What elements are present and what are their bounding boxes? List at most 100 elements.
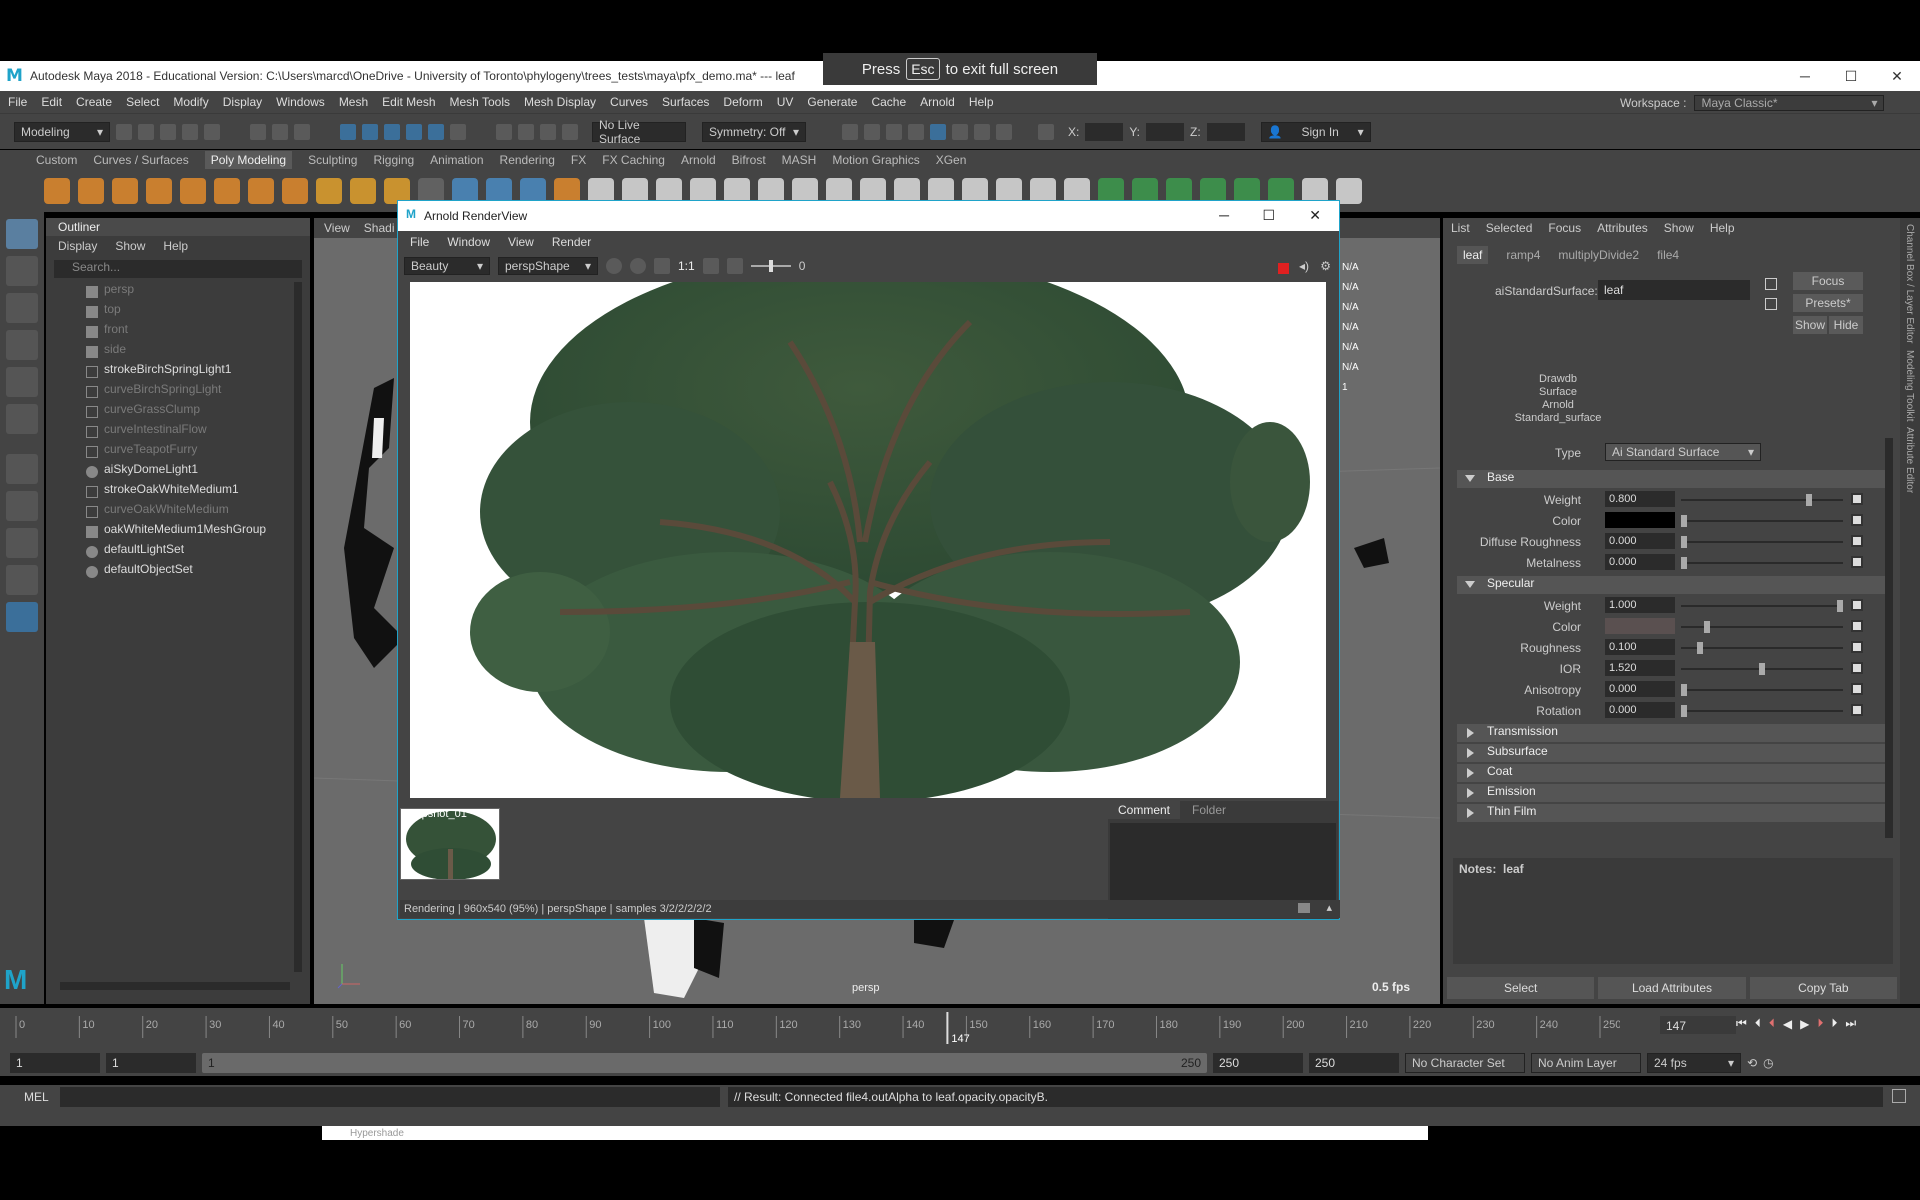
step-forward-icon[interactable]: ⏵: [1831, 1016, 1837, 1031]
menu-create[interactable]: Create: [76, 95, 112, 109]
specular-roughness-field[interactable]: 0.100: [1605, 639, 1675, 655]
map-button-icon[interactable]: [1851, 535, 1863, 547]
character-set-dropdown[interactable]: No Character Set: [1405, 1053, 1525, 1073]
specular-rotation-slider[interactable]: [1681, 705, 1843, 717]
outliner-menu-help[interactable]: Help: [163, 239, 188, 253]
select-tool-icon[interactable]: [6, 219, 38, 249]
move-tool-icon[interactable]: [6, 330, 38, 360]
exposure-slider[interactable]: [750, 260, 791, 272]
menu-edit[interactable]: Edit: [41, 95, 62, 109]
specular-anisotropy-slider[interactable]: [1681, 684, 1843, 696]
paint-select-icon[interactable]: [6, 293, 38, 323]
presets-button[interactable]: Presets*: [1793, 294, 1863, 312]
menu-surfaces[interactable]: Surfaces: [662, 95, 709, 109]
panel-layout-icon[interactable]: [1038, 123, 1054, 140]
map-button-icon[interactable]: [1851, 514, 1863, 526]
lasso-tool-icon[interactable]: [6, 256, 38, 286]
shelf-tool-1-icon[interactable]: [44, 178, 70, 204]
outliner-item-persp[interactable]: persp: [46, 282, 310, 302]
close-icon[interactable]: ✕: [1309, 207, 1321, 224]
base-diffuse-roughness-field[interactable]: 0.000: [1605, 533, 1675, 549]
snap-view-icon[interactable]: [406, 123, 422, 140]
maximize-icon[interactable]: ☐: [1828, 61, 1874, 91]
outliner-hscrollbar[interactable]: [60, 982, 290, 990]
map-button-icon[interactable]: [1851, 683, 1863, 695]
render-sequence-icon[interactable]: [864, 123, 880, 140]
shelf-tool-8-icon[interactable]: [282, 178, 308, 204]
map-button-icon[interactable]: [1851, 556, 1863, 568]
go-end-icon[interactable]: ⏭: [1845, 1016, 1856, 1031]
outliner-item-curveintestinalflow[interactable]: curveIntestinalFlow: [46, 422, 310, 442]
tab-xgen[interactable]: XGen: [936, 153, 967, 167]
exposure-slider-knob[interactable]: [768, 260, 773, 272]
outliner-item-strokebirchspringlight1[interactable]: strokeBirchSpringLight1: [46, 362, 310, 382]
menu-modify[interactable]: Modify: [173, 95, 208, 109]
specular-weight-field[interactable]: 1.000: [1605, 597, 1675, 613]
sign-in-button[interactable]: 👤 Sign In ▾: [1260, 121, 1371, 142]
outliner-item-curveteapotfurry[interactable]: curveTeapotFurry: [46, 442, 310, 462]
base-section-header[interactable]: Base: [1457, 470, 1891, 488]
playback-start-field[interactable]: 1: [106, 1053, 196, 1073]
redo-icon[interactable]: [204, 123, 220, 140]
lock-icon[interactable]: [450, 123, 466, 140]
shelf-tool-7-icon[interactable]: [248, 178, 274, 204]
menu-display[interactable]: Display: [223, 95, 262, 109]
shelf-tool-2-icon[interactable]: [78, 178, 104, 204]
z-field[interactable]: [1206, 122, 1245, 141]
render-settings-icon[interactable]: [908, 123, 924, 140]
rotate-tool-icon[interactable]: [6, 367, 38, 397]
outliner-item-defaultobjectset[interactable]: defaultObjectSet: [46, 562, 310, 582]
tab-folder[interactable]: Folder: [1182, 801, 1236, 819]
frame-icon[interactable]: [702, 258, 719, 274]
renderview-menu-render[interactable]: Render: [552, 235, 591, 249]
snap-curve-icon[interactable]: [362, 123, 378, 140]
current-frame-field[interactable]: 147: [1660, 1016, 1736, 1034]
outliner-menu-display[interactable]: Display: [58, 239, 97, 253]
copy-tab-button[interactable]: Copy Tab: [1749, 977, 1897, 999]
outliner-item-oakwhitemedium1meshgroup[interactable]: oakWhiteMedium1MeshGroup: [46, 522, 310, 542]
tab-curves-surfaces[interactable]: Curves / Surfaces: [93, 153, 188, 167]
tab-arnold[interactable]: Arnold: [681, 153, 716, 167]
command-input[interactable]: [60, 1087, 720, 1107]
viewport-menu-shadi[interactable]: Shadi: [364, 221, 395, 235]
menu-mesh[interactable]: Mesh: [339, 95, 368, 109]
specular-ior-slider[interactable]: [1681, 663, 1843, 675]
tab-mash[interactable]: MASH: [782, 153, 817, 167]
specular-rotation-field[interactable]: 0.000: [1605, 702, 1675, 718]
slider-knob[interactable]: [1704, 621, 1711, 633]
range-slider[interactable]: 1 250: [202, 1053, 1207, 1073]
snap-grid-icon[interactable]: [340, 123, 356, 140]
tab-comment[interactable]: Comment: [1108, 801, 1181, 819]
render-view-icon[interactable]: [952, 123, 968, 140]
outliner-item-curveoakwhitemedium[interactable]: curveOakWhiteMedium: [46, 502, 310, 522]
time-slider[interactable]: 0 10 20 30 40 50 60 70 80 90 100 110 120 130 140 150 160…: [0, 1008, 1920, 1050]
tab-animation[interactable]: Animation: [430, 153, 483, 167]
map-button-icon[interactable]: [1851, 620, 1863, 632]
section-thin-film[interactable]: Thin Film: [1457, 804, 1891, 822]
output-node-icon[interactable]: [1765, 298, 1777, 310]
specular-section-header[interactable]: Specular: [1457, 576, 1891, 594]
menu-help[interactable]: Help: [969, 95, 994, 109]
tab-fx[interactable]: FX: [571, 153, 586, 167]
tab-poly-modeling[interactable]: Poly Modeling: [204, 151, 293, 169]
attribute-tab-multiplydivide2[interactable]: multiplyDivide2: [1558, 248, 1639, 262]
menu-cache[interactable]: Cache: [871, 95, 906, 109]
side-tab-attribute-editor[interactable]: Attribute Editor: [1904, 427, 1915, 493]
outliner-item-front[interactable]: front: [46, 322, 310, 342]
shelf-tool-4-icon[interactable]: [146, 178, 172, 204]
crop-icon[interactable]: [654, 258, 670, 274]
scale-tool-icon[interactable]: [6, 404, 38, 434]
loop-icon[interactable]: ⟲: [1747, 1056, 1757, 1070]
maximize-icon[interactable]: ☐: [1262, 207, 1275, 224]
shelf-tool-3-icon[interactable]: [112, 178, 138, 204]
menu-windows[interactable]: Windows: [276, 95, 325, 109]
menu-deform[interactable]: Deform: [723, 95, 762, 109]
specular-weight-slider[interactable]: [1681, 600, 1843, 612]
four-pane-icon[interactable]: [6, 528, 38, 558]
hypershade-icon[interactable]: [930, 123, 946, 140]
menu-edit-mesh[interactable]: Edit Mesh: [382, 95, 435, 109]
slider-knob[interactable]: [1759, 663, 1765, 675]
playback-end-field[interactable]: 250: [1213, 1053, 1303, 1073]
outliner-item-curvebirchspringlight[interactable]: curveBirchSpringLight: [46, 382, 310, 402]
specular-color-slider[interactable]: [1681, 621, 1843, 633]
